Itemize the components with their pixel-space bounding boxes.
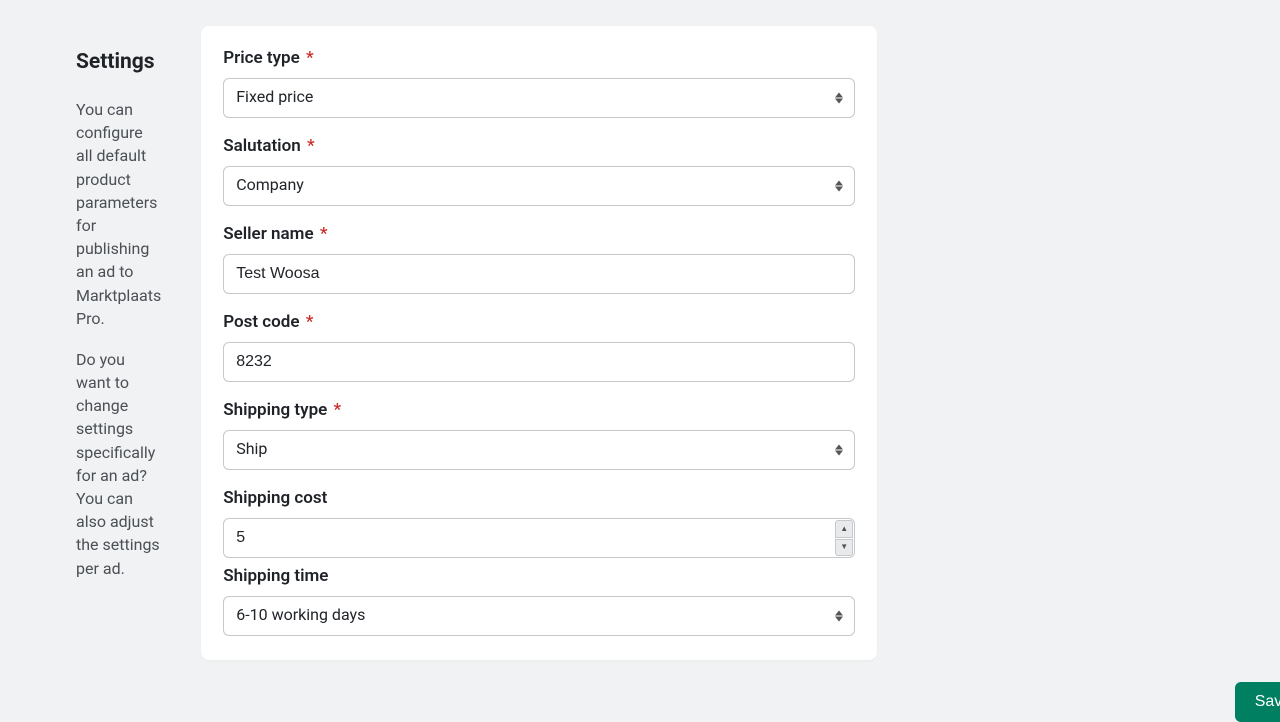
- shipping-type-group: Shipping type * Ship: [223, 400, 855, 470]
- post-code-input[interactable]: [223, 342, 855, 382]
- settings-layout: Settings You can configure all default p…: [0, 0, 1280, 722]
- required-mark: *: [306, 312, 314, 332]
- price-type-value: Fixed price: [223, 78, 855, 118]
- shipping-cost-label: Shipping cost: [223, 488, 855, 508]
- salutation-group: Salutation * Company: [223, 136, 855, 206]
- save-button[interactable]: Save: [1235, 682, 1280, 722]
- shipping-time-group: Shipping time 6-10 working days: [223, 566, 855, 636]
- caret-down-icon: ▼: [840, 543, 848, 551]
- form-footer: Save: [201, 660, 1280, 722]
- required-mark: *: [334, 400, 342, 420]
- seller-name-group: Seller name *: [223, 224, 855, 294]
- shipping-type-value: Ship: [223, 430, 855, 470]
- seller-name-label-text: Seller name: [223, 224, 313, 244]
- salutation-value: Company: [223, 166, 855, 206]
- price-type-select[interactable]: Fixed price: [223, 78, 855, 118]
- salutation-select[interactable]: Company: [223, 166, 855, 206]
- number-stepper: ▲ ▼: [835, 520, 853, 556]
- required-mark: *: [307, 136, 315, 156]
- shipping-type-label: Shipping type *: [223, 400, 855, 420]
- shipping-time-label: Shipping time: [223, 566, 855, 586]
- shipping-type-select[interactable]: Ship: [223, 430, 855, 470]
- required-mark: *: [306, 48, 314, 68]
- settings-desc-2: Do you want to change settings specifica…: [76, 348, 161, 580]
- seller-name-label: Seller name *: [223, 224, 855, 244]
- seller-name-input[interactable]: [223, 254, 855, 294]
- salutation-label: Salutation *: [223, 136, 855, 156]
- post-code-group: Post code *: [223, 312, 855, 382]
- stepper-up-button[interactable]: ▲: [835, 520, 853, 538]
- post-code-label: Post code *: [223, 312, 855, 332]
- price-type-group: Price type * Fixed price: [223, 48, 855, 118]
- shipping-cost-group: Shipping cost ▲ ▼: [223, 488, 855, 558]
- shipping-cost-input[interactable]: [223, 518, 855, 558]
- settings-sidebar: Settings You can configure all default p…: [0, 0, 201, 722]
- settings-desc-1: You can configure all default product pa…: [76, 98, 161, 330]
- stepper-down-button[interactable]: ▼: [835, 539, 853, 557]
- settings-title: Settings: [76, 50, 161, 74]
- price-type-label-text: Price type: [223, 48, 300, 68]
- post-code-label-text: Post code: [223, 312, 299, 332]
- caret-up-icon: ▲: [840, 525, 848, 533]
- shipping-type-label-text: Shipping type: [223, 400, 327, 420]
- required-mark: *: [320, 224, 328, 244]
- price-type-label: Price type *: [223, 48, 855, 68]
- salutation-label-text: Salutation: [223, 136, 301, 156]
- main-column: Price type * Fixed price Salutation *: [201, 0, 1280, 722]
- shipping-cost-stepper: ▲ ▼: [223, 518, 855, 558]
- shipping-time-select[interactable]: 6-10 working days: [223, 596, 855, 636]
- settings-form-card: Price type * Fixed price Salutation *: [201, 26, 877, 660]
- shipping-time-value: 6-10 working days: [223, 596, 855, 636]
